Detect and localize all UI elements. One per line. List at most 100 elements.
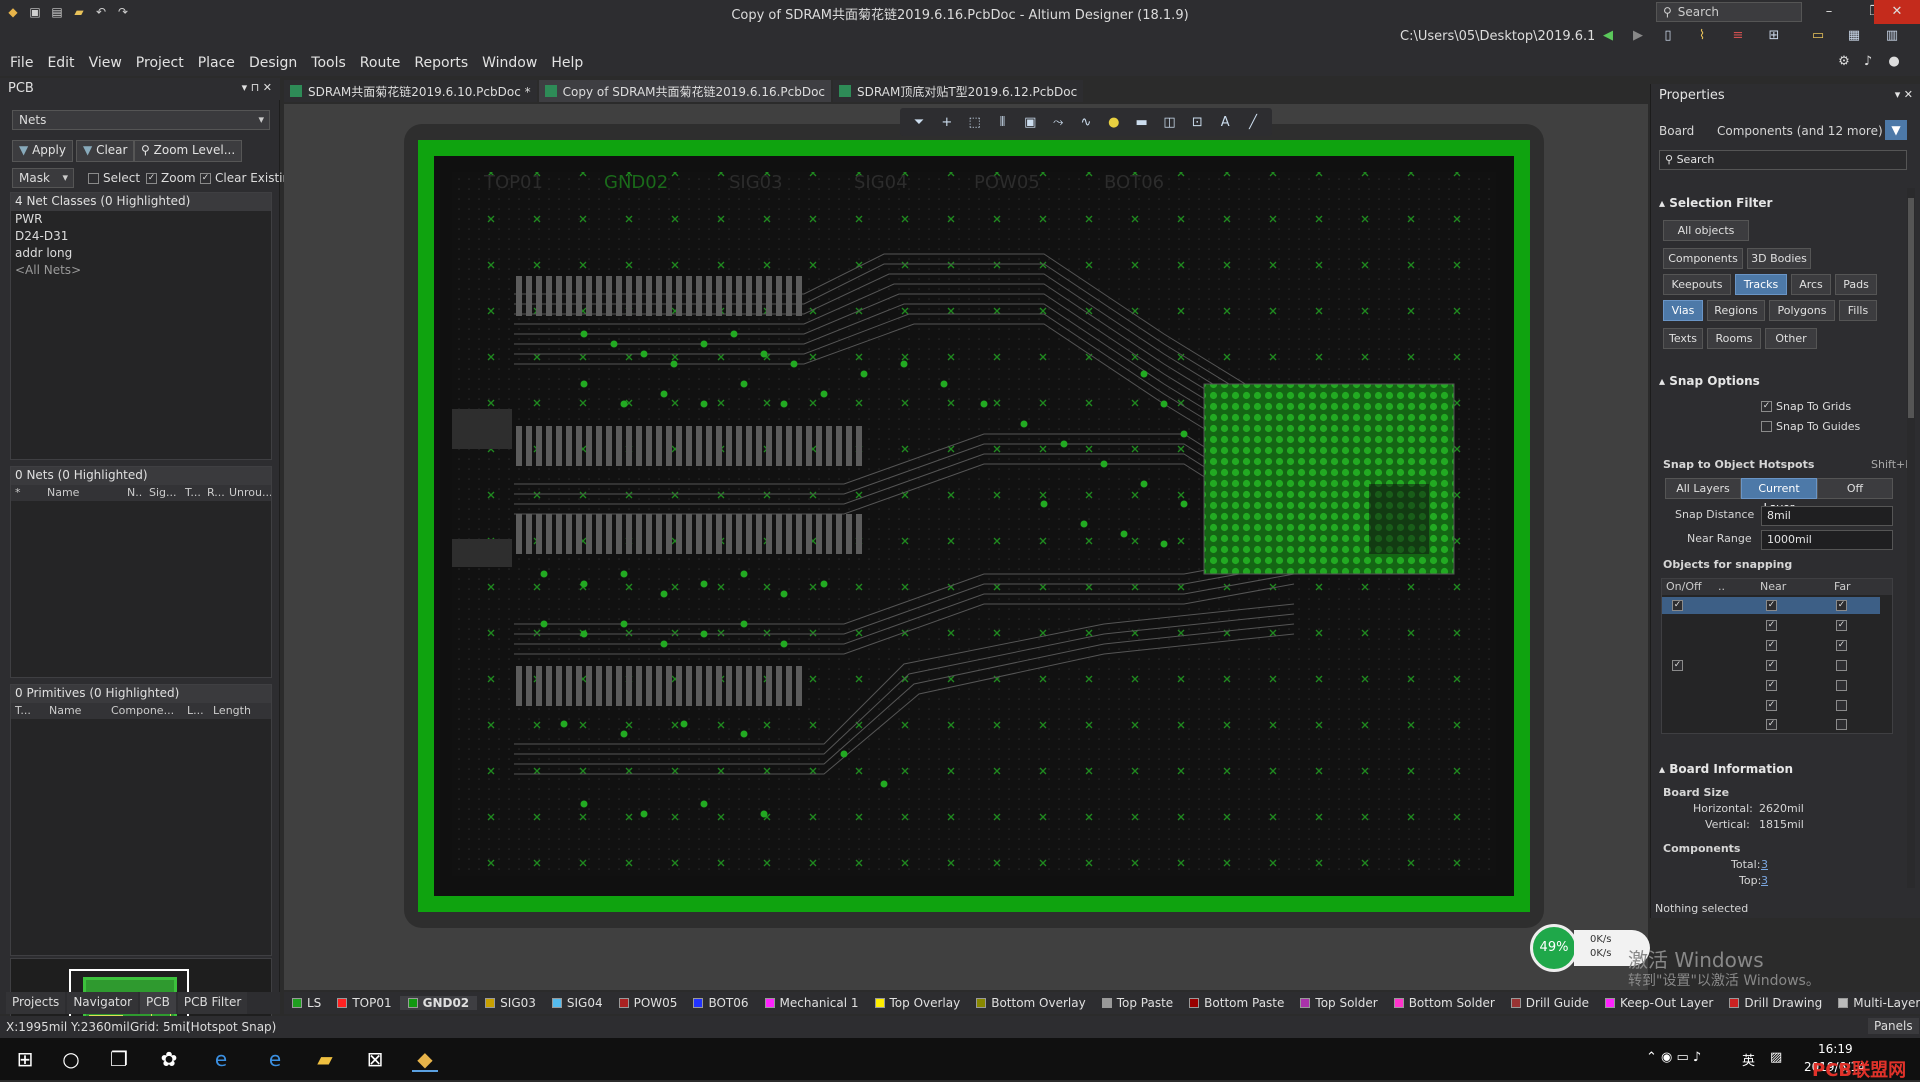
filter-other[interactable]: Other xyxy=(1765,328,1817,349)
mask-dropdown[interactable]: Mask xyxy=(12,168,74,188)
col-layer[interactable]: L... xyxy=(183,703,209,719)
near-box[interactable]: ✓ xyxy=(1766,640,1777,651)
ie-icon[interactable]: e xyxy=(208,1046,234,1072)
snap-current-layer[interactable]: Current Layer xyxy=(1741,478,1817,514)
table-row[interactable]: ✓ ✓ ✓ xyxy=(1662,597,1880,614)
view-options-icon[interactable]: ▥ xyxy=(1884,28,1900,44)
tab-navigator[interactable]: Navigator xyxy=(67,992,139,1014)
layer-tab[interactable]: LS xyxy=(284,996,329,1010)
filter-fills[interactable]: Fills xyxy=(1839,300,1877,321)
menu-view[interactable]: View xyxy=(89,55,122,71)
menu-help[interactable]: Help xyxy=(551,55,583,71)
col-n[interactable]: N.. xyxy=(123,485,145,501)
nets-list[interactable]: 0 Nets (0 Highlighted) * Name N.. Sig...… xyxy=(10,466,272,678)
layer-tab[interactable]: Top Overlay xyxy=(867,996,969,1010)
top-search-box[interactable]: ⚲ Search xyxy=(1656,2,1802,22)
grid-icon[interactable]: ▦ xyxy=(1846,28,1862,44)
layer-tab[interactable]: Keep-Out Layer xyxy=(1597,996,1721,1010)
tab-pcb[interactable]: PCB xyxy=(140,992,176,1014)
panels-button[interactable]: Panels xyxy=(1868,1018,1919,1034)
table-row[interactable]: ✓ xyxy=(1662,717,1880,734)
filter-summary[interactable]: Components (and 12 more) xyxy=(1717,124,1883,138)
document-icon[interactable]: ▯ xyxy=(1660,28,1676,44)
settings-icon[interactable]: ⚙ xyxy=(1836,54,1852,70)
far-box[interactable] xyxy=(1836,719,1847,730)
via-icon[interactable]: ● xyxy=(1103,115,1125,130)
filter-arcs[interactable]: Arcs xyxy=(1791,274,1831,295)
selection-filter-button[interactable]: ▼ xyxy=(1885,120,1907,140)
pcb-canvas[interactable]: TOP01 GND02 SIG03 SIG04 POW05 BOT06 xyxy=(284,104,1648,990)
tab-pcb-filter[interactable]: PCB Filter xyxy=(177,992,248,1014)
component-icon[interactable]: ⊞ xyxy=(1766,28,1782,44)
connector-pins[interactable] xyxy=(514,276,804,316)
col-type[interactable]: T... xyxy=(11,703,41,719)
col-unrouted[interactable]: Unrou... xyxy=(225,485,271,501)
open-icon[interactable]: ▰ xyxy=(72,5,86,19)
minimize-button[interactable]: – xyxy=(1806,0,1852,24)
list-item[interactable]: D24-D31 xyxy=(11,228,271,245)
near-range-input[interactable]: 1000mil xyxy=(1761,530,1893,550)
col-prim-name[interactable]: Name xyxy=(41,703,107,719)
component-place-icon[interactable]: ▣ xyxy=(1019,115,1041,130)
properties-search[interactable]: ⚲ Search xyxy=(1659,150,1907,170)
apply-button[interactable]: ▼ Apply xyxy=(12,140,73,162)
interactive-route-icon[interactable]: ⤳ xyxy=(1047,115,1069,130)
menu-tools[interactable]: Tools xyxy=(311,55,346,71)
col-sig[interactable]: Sig... xyxy=(145,485,181,501)
near-box[interactable]: ✓ xyxy=(1766,660,1777,671)
filter-regions[interactable]: Regions xyxy=(1707,300,1765,321)
snap-objects-table[interactable]: On/Off .. Near Far ✓ ✓ ✓ ✓ ✓ ✓ ✓ ✓ ✓ ✓ ✓ ✓ xyxy=(1661,578,1893,734)
connector-pins[interactable] xyxy=(514,666,804,706)
filter-components[interactable]: Components xyxy=(1663,248,1743,269)
connector-pins[interactable] xyxy=(514,426,864,466)
layer-tab[interactable]: Top Paste xyxy=(1094,996,1181,1010)
doc-tab-3[interactable]: SDRAM顶底对贴T型2019.6.12.PcbDoc xyxy=(833,80,1084,102)
properties-scrollbar[interactable] xyxy=(1907,188,1915,888)
menu-route[interactable]: Route xyxy=(360,55,401,71)
filter-rooms[interactable]: Rooms xyxy=(1707,328,1761,349)
filter-polygons[interactable]: Polygons xyxy=(1769,300,1835,321)
layer-tab[interactable]: Drill Guide xyxy=(1503,996,1597,1010)
notification-icon[interactable]: ▨ xyxy=(1770,1050,1782,1065)
selection-filter-header[interactable]: ▴ Selection Filter xyxy=(1659,196,1772,210)
notifications-icon[interactable]: ♪ xyxy=(1860,54,1876,70)
select-checkbox[interactable]: Select xyxy=(88,171,140,185)
close-window-button[interactable]: ✕ xyxy=(1874,0,1920,24)
snap-options-header[interactable]: ▴ Snap Options xyxy=(1659,374,1760,388)
ruler-icon[interactable]: ▭ xyxy=(1810,28,1826,44)
menu-design[interactable]: Design xyxy=(249,55,297,71)
board-info-header[interactable]: ▴ Board Information xyxy=(1659,762,1793,776)
layer-tab[interactable]: Bottom Paste xyxy=(1181,996,1292,1010)
snap-to-grids-checkbox[interactable]: ✓ Snap To Grids xyxy=(1761,400,1851,413)
far-box[interactable] xyxy=(1836,700,1847,711)
near-box[interactable]: ✓ xyxy=(1766,600,1777,611)
keepout-icon[interactable]: ◫ xyxy=(1159,115,1181,130)
tray-icons[interactable]: ⌃ ◉ ▭ ♪ xyxy=(1646,1050,1701,1065)
menu-edit[interactable]: Edit xyxy=(47,55,74,71)
top-value[interactable]: 3 xyxy=(1761,874,1768,887)
list-item[interactable]: PWR xyxy=(11,211,271,228)
table-row[interactable]: ✓ ✓ xyxy=(1662,637,1880,654)
net-classes-list[interactable]: 4 Net Classes (0 Highlighted) PWR D24-D3… xyxy=(10,192,272,460)
app-icon[interactable]: ✿ xyxy=(156,1046,182,1072)
ime-indicator[interactable]: 英 xyxy=(1742,1050,1755,1069)
altium-taskbar-icon[interactable]: ◆ xyxy=(412,1046,438,1072)
memory-usage-indicator[interactable]: 49% xyxy=(1530,924,1578,972)
table-row[interactable]: ✓ xyxy=(1662,677,1880,694)
snap-all-layers[interactable]: All Layers xyxy=(1665,478,1741,499)
near-box[interactable]: ✓ xyxy=(1766,680,1777,691)
snap-to-guides-checkbox[interactable]: Snap To Guides xyxy=(1761,420,1860,433)
primitives-list[interactable]: 0 Primitives (0 Highlighted) T... Name C… xyxy=(10,684,272,956)
filter-vias[interactable]: Vias xyxy=(1663,300,1703,321)
table-row[interactable]: ✓ ✓ xyxy=(1662,617,1880,634)
layer-tab[interactable]: TOP01 xyxy=(329,996,399,1010)
layer-tab[interactable]: POW05 xyxy=(611,996,686,1010)
layer-stack-icon[interactable]: ≡ xyxy=(1730,28,1746,44)
select-box[interactable] xyxy=(88,172,99,184)
snap-distance-dropdown[interactable]: 8mil xyxy=(1761,506,1893,526)
text-icon[interactable]: A xyxy=(1214,115,1236,130)
filter-pads[interactable]: Pads xyxy=(1835,274,1877,295)
far-box[interactable]: ✓ xyxy=(1836,620,1847,631)
filter-3d-bodies[interactable]: 3D Bodies xyxy=(1747,248,1811,269)
layer-tab[interactable]: Bottom Solder xyxy=(1386,996,1503,1010)
